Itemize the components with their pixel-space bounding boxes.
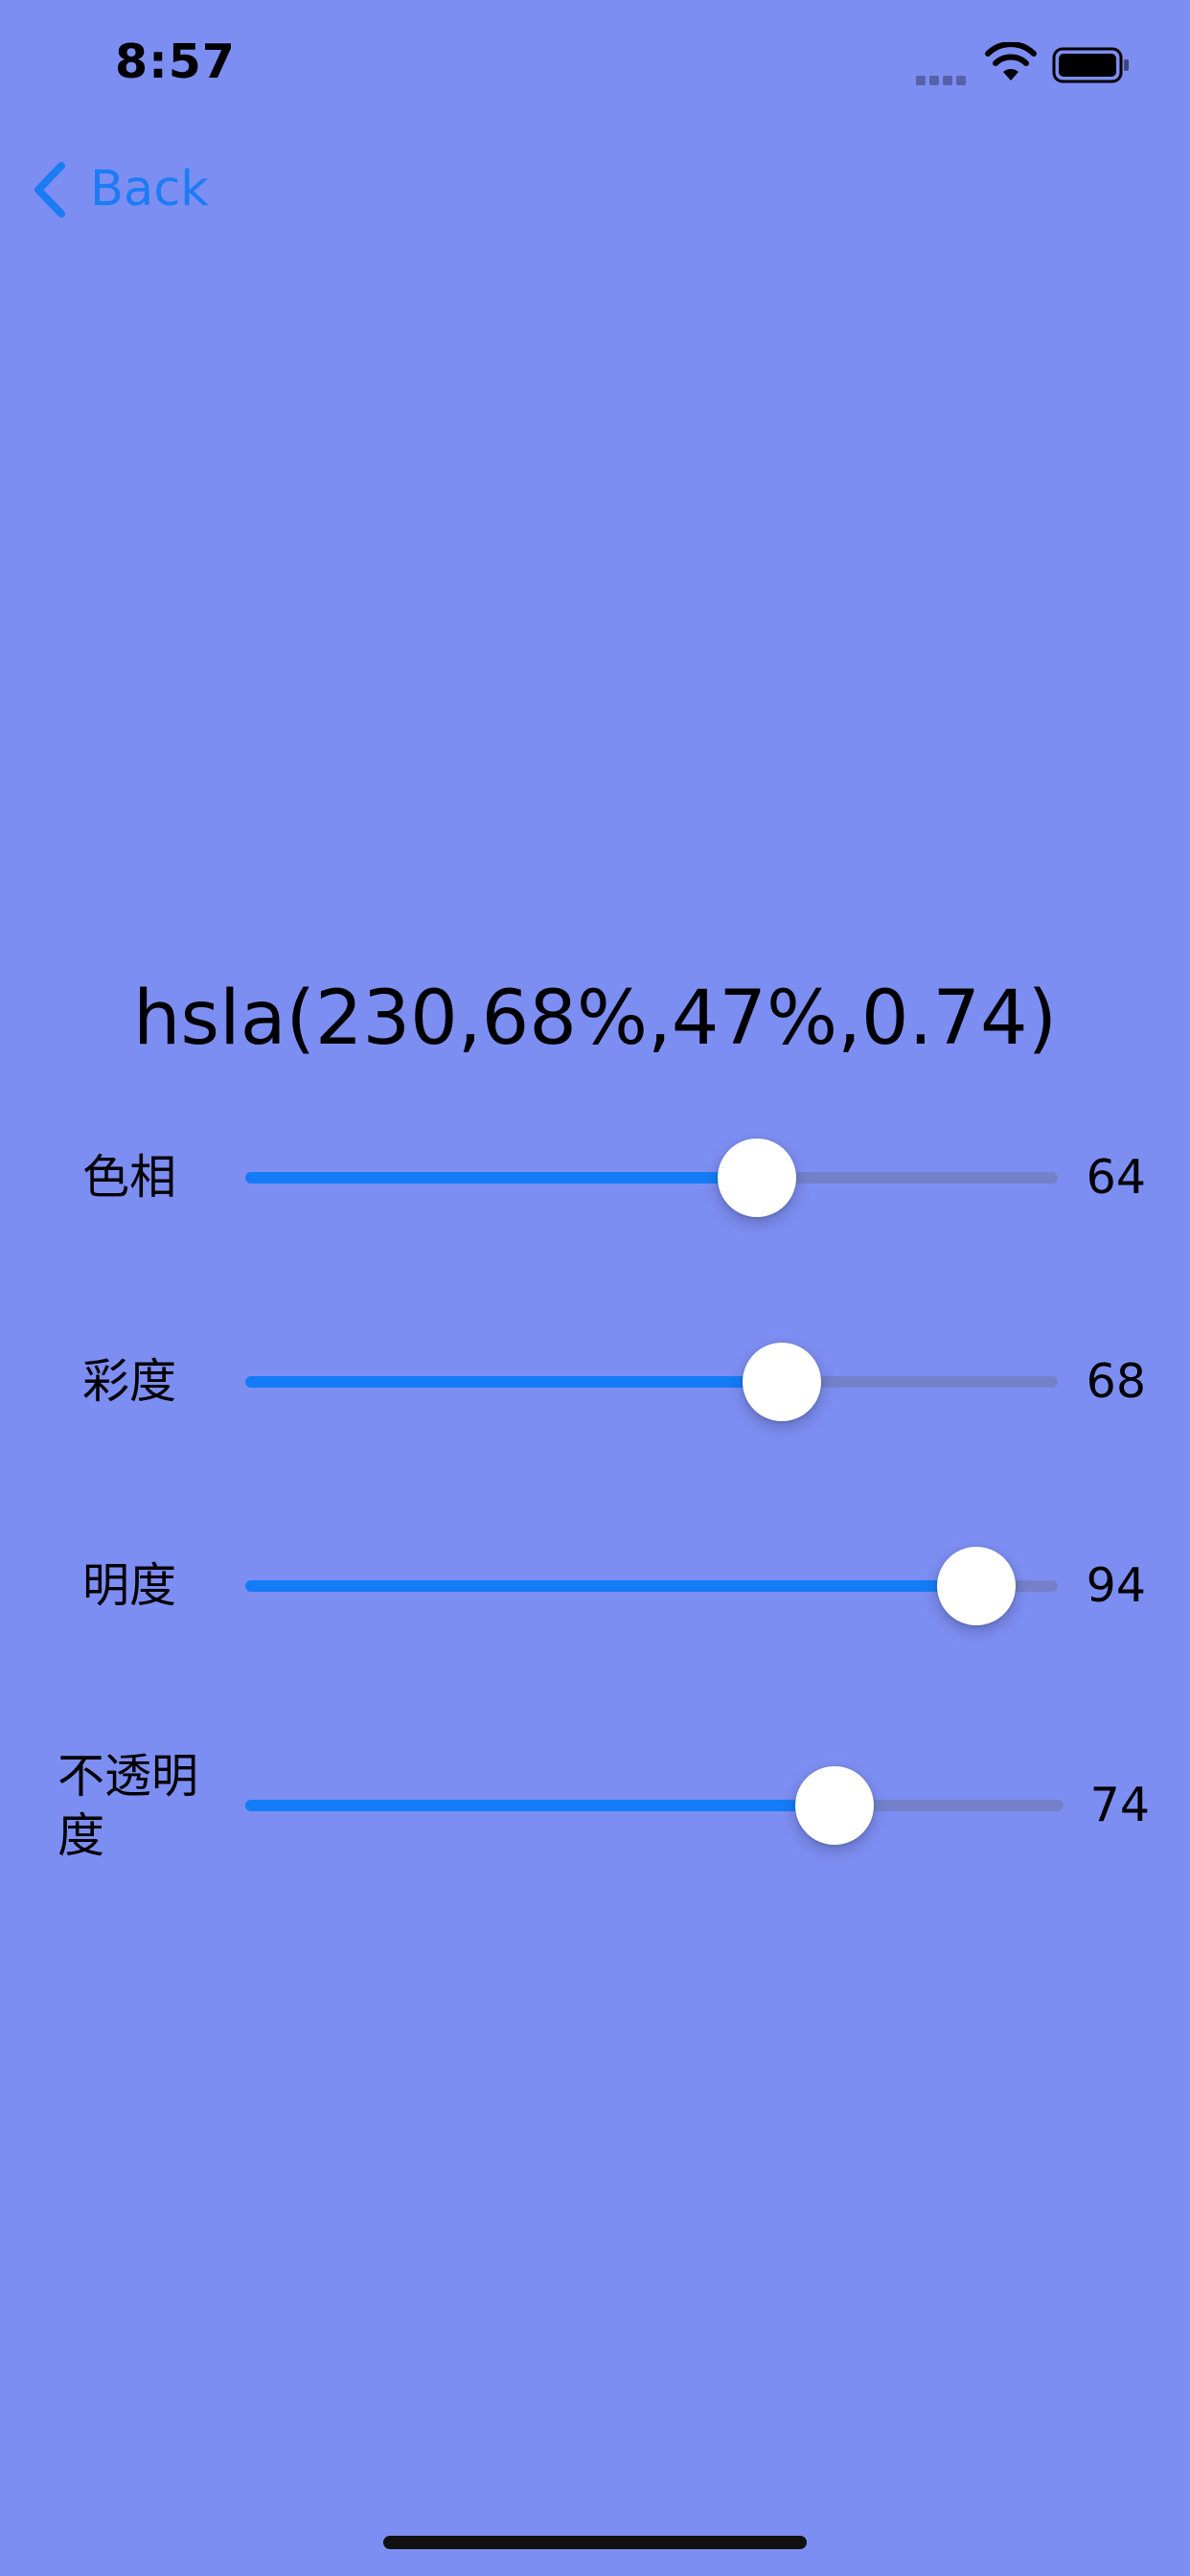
lightness-slider-row: 明度 94 xyxy=(0,1533,1190,1639)
lightness-label: 明度 xyxy=(82,1558,177,1613)
saturation-value: 68 xyxy=(1086,1354,1146,1409)
opacity-value: 74 xyxy=(1089,1778,1150,1832)
hue-slider-row: 色相 64 xyxy=(0,1125,1190,1230)
color-value-text: hsla(230,68%,47%,0.74) xyxy=(132,976,1058,1062)
opacity-label: 不透明度 xyxy=(57,1749,199,1863)
opacity-slider-thumb[interactable] xyxy=(794,1766,874,1845)
saturation-label: 彩度 xyxy=(82,1354,177,1409)
saturation-slider-row: 彩度 68 xyxy=(0,1329,1190,1435)
hue-label: 色相 xyxy=(82,1150,177,1205)
opacity-slider-row: 不透明度 74 xyxy=(0,1749,1190,1863)
hue-value: 64 xyxy=(1086,1150,1146,1205)
cellular-signal-icon xyxy=(916,71,970,85)
lightness-slider[interactable] xyxy=(245,1547,1058,1625)
chevron-left-icon xyxy=(34,162,65,218)
saturation-slider-fill xyxy=(245,1376,782,1388)
back-button[interactable]: Back xyxy=(31,155,209,224)
hue-slider-fill xyxy=(245,1172,758,1184)
status-time: 8:57 xyxy=(115,34,236,89)
lightness-value: 94 xyxy=(1086,1558,1146,1613)
saturation-slider[interactable] xyxy=(245,1343,1058,1421)
wifi-icon xyxy=(985,42,1037,80)
status-bar: 8:57 xyxy=(0,0,1190,126)
home-indicator xyxy=(383,2536,807,2549)
lightness-slider-fill xyxy=(245,1580,977,1592)
battery-icon xyxy=(1052,47,1129,83)
saturation-slider-thumb[interactable] xyxy=(742,1343,821,1421)
opacity-slider-fill xyxy=(245,1800,835,1811)
back-label: Back xyxy=(90,161,209,218)
opacity-slider[interactable] xyxy=(245,1766,1064,1845)
hue-slider[interactable] xyxy=(245,1138,1058,1217)
lightness-slider-thumb[interactable] xyxy=(937,1547,1017,1625)
hue-slider-thumb[interactable] xyxy=(718,1138,797,1217)
